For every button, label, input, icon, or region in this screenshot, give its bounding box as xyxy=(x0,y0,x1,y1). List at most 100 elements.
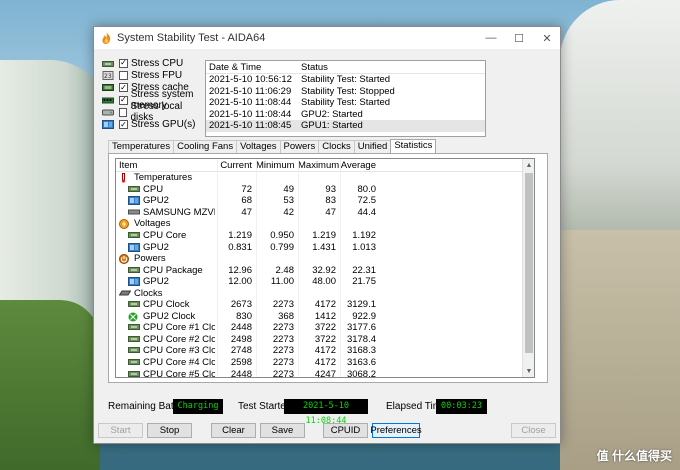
clear-button[interactable]: Clear xyxy=(211,423,256,438)
header-maximum[interactable]: Maximum xyxy=(298,160,340,171)
statistics-row[interactable]: GPU2 0.831 0.799 1.431 1.013 xyxy=(116,241,534,253)
cpu-chip-icon xyxy=(102,59,114,68)
tab-statistics[interactable]: Statistics xyxy=(390,139,437,153)
wallpaper-grass-left xyxy=(0,300,100,470)
row-item-label: CPU Core #1 Clock xyxy=(143,322,215,334)
tab-voltages[interactable]: Voltages xyxy=(236,140,281,153)
log-header-datetime[interactable]: Date & Time xyxy=(206,62,298,73)
statistics-row[interactable]: CPU Core #5 Clock 2448 2273 4247 3068.2 xyxy=(116,368,534,377)
statistics-row[interactable]: SAMSUNG MZVLB512... 47 42 47 44.4 xyxy=(116,207,534,219)
stress-option-row[interactable]: ✓ Stress GPU(s) xyxy=(102,118,202,130)
tab-cooling-fans[interactable]: Cooling Fans xyxy=(173,140,238,153)
stress-checkbox[interactable]: ✓ xyxy=(119,120,128,130)
gpu-card-icon xyxy=(128,196,140,206)
minimize-button[interactable]: — xyxy=(477,27,505,49)
stress-checkbox[interactable] xyxy=(119,107,128,117)
save-button[interactable]: Save xyxy=(260,423,305,438)
stress-option-row[interactable]: Stress local disks xyxy=(102,101,202,123)
row-item-cell: CPU Core xyxy=(116,230,215,241)
header-minimum[interactable]: Minimum xyxy=(256,160,298,171)
log-row[interactable]: 2021-5-10 11:08:44 GPU2: Started xyxy=(206,109,485,121)
maximize-button[interactable]: ☐ xyxy=(505,27,533,49)
header-average[interactable]: Average xyxy=(340,160,380,171)
statistics-row[interactable]: CPU Package 12.96 2.48 32.92 22.31 xyxy=(116,264,534,276)
header-current[interactable]: Current xyxy=(215,160,256,171)
row-item-cell: CPU Core #5 Clock xyxy=(116,369,215,377)
log-row[interactable]: 2021-5-10 11:08:45 GPU1: Started xyxy=(206,120,485,132)
log-time: 2021-5-10 10:56:12 xyxy=(209,74,292,86)
stress-checkbox[interactable]: ✓ xyxy=(119,83,128,93)
log-row[interactable]: 2021-5-10 11:08:44 Stability Test: Starte… xyxy=(206,97,485,109)
row-minimum-value: 2273 xyxy=(272,333,294,345)
row-item-label: GPU2 xyxy=(143,195,169,207)
row-current-value: 1.219 xyxy=(228,230,252,241)
statistics-scrollbar[interactable]: ▲ ▼ xyxy=(522,159,534,377)
statistics-row[interactable]: CPU Clock 2673 2273 4172 3129.1 xyxy=(116,299,534,311)
statistics-group-row[interactable]: Voltages xyxy=(116,218,534,230)
statistics-row[interactable]: CPU 72 49 93 80.0 xyxy=(116,184,534,196)
log-row[interactable]: 2021-5-10 11:06:29 Stability Test: Stoppe… xyxy=(206,86,485,98)
statistics-row[interactable]: GPU2 Clock 830 368 1412 922.9 xyxy=(116,311,534,323)
row-current-value: 2673 xyxy=(230,299,252,311)
statistics-row[interactable]: GPU2 68 53 83 72.5 xyxy=(116,195,534,207)
row-item-label: Voltages xyxy=(134,218,171,230)
fpu-icon: 23 xyxy=(102,70,114,80)
row-average-value: 1.192 xyxy=(352,230,376,241)
row-item-cell: CPU Core #2 Clock xyxy=(116,334,215,345)
scroll-thumb[interactable] xyxy=(525,173,533,353)
tab-clocks[interactable]: Clocks xyxy=(318,140,355,153)
stress-option-row[interactable]: 23 Stress FPU xyxy=(102,69,202,81)
row-item-cell: CPU Clock xyxy=(116,299,215,310)
column-divider xyxy=(340,159,341,377)
row-item-label: CPU Core #2 Clock xyxy=(143,333,215,345)
stop-button[interactable]: Stop xyxy=(147,423,192,438)
close-button[interactable]: Close xyxy=(511,423,556,438)
statistics-group-row[interactable]: Temperatures xyxy=(116,172,534,184)
statistics-group-row[interactable]: Clocks xyxy=(116,287,534,299)
row-maximum-value: 47 xyxy=(325,206,336,218)
statistics-row[interactable]: CPU Core #2 Clock 2498 2273 3722 3178.4 xyxy=(116,334,534,346)
header-item[interactable]: Item xyxy=(116,160,215,171)
log-row[interactable]: 2021-5-10 10:56:12 Stability Test: Starte… xyxy=(206,74,485,86)
disk-drive-icon xyxy=(102,108,114,117)
row-item-label: Powers xyxy=(134,253,166,265)
cpuid-button[interactable]: CPUID xyxy=(323,423,368,438)
preferences-button[interactable]: Preferences xyxy=(370,423,422,438)
row-average-value: 22.31 xyxy=(352,264,376,276)
title-bar[interactable]: System Stability Test - AIDA64 — ☐ ✕ xyxy=(94,27,560,49)
statistics-row[interactable]: CPU Core #4 Clock 2598 2273 4172 3163.6 xyxy=(116,357,534,369)
statistics-row[interactable]: CPU Core #3 Clock 2748 2273 4172 3168.3 xyxy=(116,345,534,357)
statistics-row[interactable]: CPU Core 1.219 0.950 1.219 1.192 xyxy=(116,230,534,242)
thermometer-icon xyxy=(119,173,131,183)
cpu-chip-icon xyxy=(128,323,140,332)
stress-checkbox[interactable]: ✓ xyxy=(119,58,128,68)
statistics-group-row[interactable]: Powers xyxy=(116,253,534,265)
statistics-row[interactable]: CPU Core #1 Clock 2448 2273 3722 3177.6 xyxy=(116,322,534,334)
statistics-table[interactable]: Item Current Minimum Maximum Average Tem… xyxy=(115,158,535,378)
log-time: 2021-5-10 11:08:44 xyxy=(209,108,292,120)
stress-checkbox[interactable] xyxy=(119,70,128,80)
battery-value: Charging xyxy=(173,399,223,414)
row-average-value: 80.0 xyxy=(357,183,377,195)
tab-powers[interactable]: Powers xyxy=(279,140,320,153)
log-status: Stability Test: Started xyxy=(301,74,391,86)
row-maximum-value: 4172 xyxy=(314,345,336,357)
cpu-chip-icon xyxy=(128,370,140,377)
scroll-down-arrow-icon[interactable]: ▼ xyxy=(523,365,534,377)
log-time: 2021-5-10 11:08:44 xyxy=(209,97,292,109)
log-header-status[interactable]: Status xyxy=(298,62,485,73)
stress-checkbox[interactable]: ✓ xyxy=(119,95,128,105)
event-log-list[interactable]: Date & Time Status 2021-5-10 10:56:12 Sta… xyxy=(205,60,486,137)
scroll-up-arrow-icon[interactable]: ▲ xyxy=(523,159,534,171)
window-title: System Stability Test - AIDA64 xyxy=(117,32,266,44)
stress-option-row[interactable]: ✓ Stress CPU xyxy=(102,57,202,69)
tab-temperatures[interactable]: Temperatures xyxy=(108,140,175,153)
row-minimum-value: 2273 xyxy=(272,345,294,357)
tab-unified[interactable]: Unified xyxy=(353,140,392,153)
row-item-cell: Powers xyxy=(116,253,215,265)
row-item-cell: GPU2 xyxy=(116,276,215,287)
close-window-button[interactable]: ✕ xyxy=(533,27,561,49)
cpu-chip-icon xyxy=(128,266,140,275)
statistics-row[interactable]: GPU2 12.00 11.00 48.00 21.75 xyxy=(116,276,534,288)
start-button[interactable]: Start xyxy=(98,423,143,438)
